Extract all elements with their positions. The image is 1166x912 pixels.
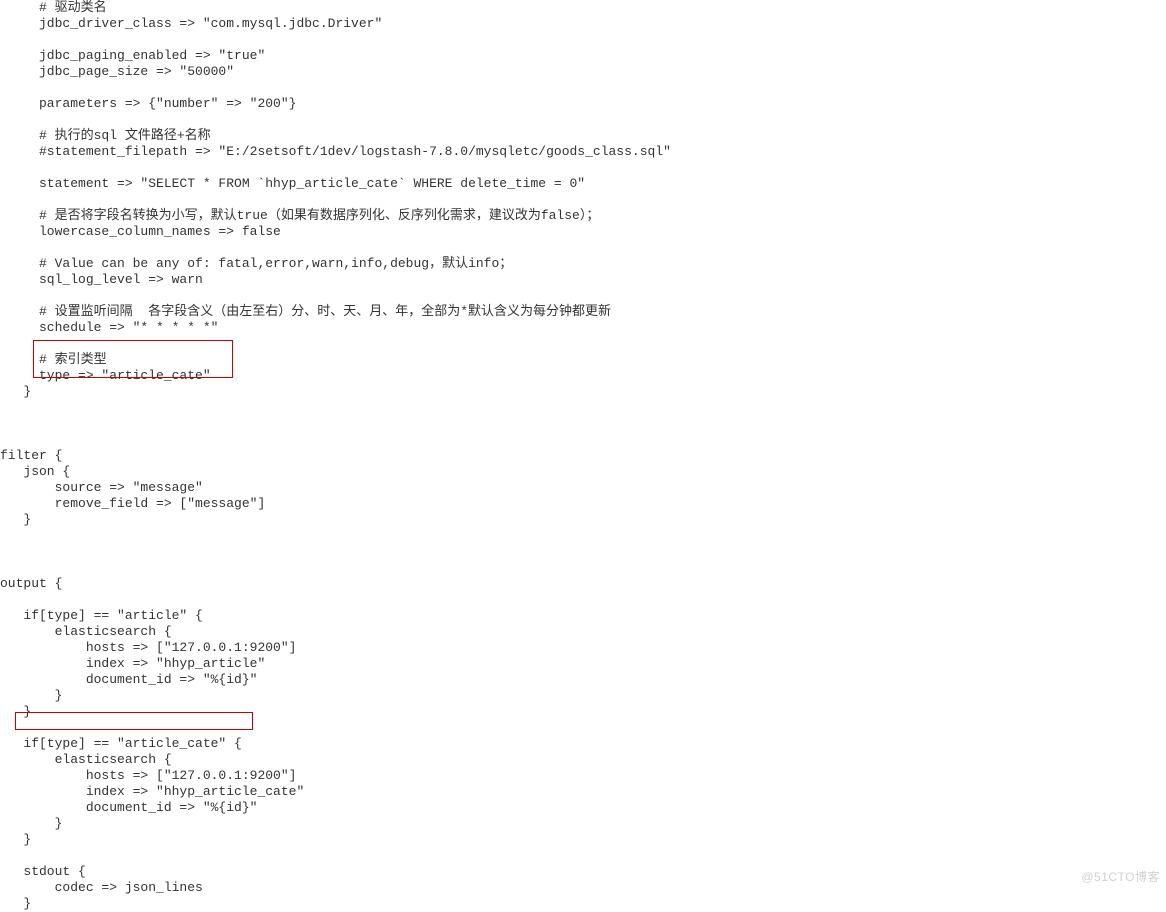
line-29: filter { bbox=[0, 448, 1166, 464]
line-43: document_id => "%{id}" bbox=[0, 672, 1166, 688]
line-11 bbox=[0, 160, 1166, 176]
line-13 bbox=[0, 192, 1166, 208]
line-16 bbox=[0, 240, 1166, 256]
line-12: statement => "SELECT * FROM `hhyp_articl… bbox=[0, 176, 1166, 192]
line-34 bbox=[0, 528, 1166, 544]
line-30: json { bbox=[0, 464, 1166, 480]
line-54 bbox=[0, 848, 1166, 864]
line-46 bbox=[0, 720, 1166, 736]
line-06 bbox=[0, 80, 1166, 96]
line-52: } bbox=[0, 816, 1166, 832]
line-53: } bbox=[0, 832, 1166, 848]
line-08 bbox=[0, 112, 1166, 128]
line-40: elasticsearch { bbox=[0, 624, 1166, 640]
line-05: jdbc_page_size => "50000" bbox=[0, 64, 1166, 80]
line-51: document_id => "%{id}" bbox=[0, 800, 1166, 816]
line-35 bbox=[0, 544, 1166, 560]
line-42: index => "hhyp_article" bbox=[0, 656, 1166, 672]
line-24: type => "article_cate" bbox=[0, 368, 1166, 384]
line-25: } bbox=[0, 384, 1166, 400]
line-22 bbox=[0, 336, 1166, 352]
line-01: # 驱动类名 bbox=[0, 0, 1166, 16]
line-02: jdbc_driver_class => "com.mysql.jdbc.Dri… bbox=[0, 16, 1166, 32]
line-48: elasticsearch { bbox=[0, 752, 1166, 768]
line-32: remove_field => ["message"] bbox=[0, 496, 1166, 512]
line-33: } bbox=[0, 512, 1166, 528]
line-39: if[type] == "article" { bbox=[0, 608, 1166, 624]
line-21: schedule => "* * * * *" bbox=[0, 320, 1166, 336]
line-41: hosts => ["127.0.0.1:9200"] bbox=[0, 640, 1166, 656]
line-04: jdbc_paging_enabled => "true" bbox=[0, 48, 1166, 64]
line-10: #statement_filepath => "E:/2setsoft/1dev… bbox=[0, 144, 1166, 160]
line-03 bbox=[0, 32, 1166, 48]
line-55: stdout { bbox=[0, 864, 1166, 880]
line-38 bbox=[0, 592, 1166, 608]
line-27 bbox=[0, 416, 1166, 432]
line-31: source => "message" bbox=[0, 480, 1166, 496]
code-block: # 驱动类名 jdbc_driver_class => "com.mysql.j… bbox=[0, 0, 1166, 912]
line-26 bbox=[0, 400, 1166, 416]
line-36 bbox=[0, 560, 1166, 576]
line-44: } bbox=[0, 688, 1166, 704]
line-18: sql_log_level => warn bbox=[0, 272, 1166, 288]
line-37: output { bbox=[0, 576, 1166, 592]
line-49: hosts => ["127.0.0.1:9200"] bbox=[0, 768, 1166, 784]
line-47: if[type] == "article_cate" { bbox=[0, 736, 1166, 752]
line-20: # 设置监听间隔 各字段含义（由左至右）分、时、天、月、年，全部为*默认含义为每… bbox=[0, 304, 1166, 320]
watermark: @51CTO博客 bbox=[1081, 869, 1160, 885]
line-45: } bbox=[0, 704, 1166, 720]
line-19 bbox=[0, 288, 1166, 304]
line-50: index => "hhyp_article_cate" bbox=[0, 784, 1166, 800]
line-23: # 索引类型 bbox=[0, 352, 1166, 368]
line-07: parameters => {"number" => "200"} bbox=[0, 96, 1166, 112]
line-56: codec => json_lines bbox=[0, 880, 1166, 896]
line-57: } bbox=[0, 896, 1166, 912]
line-15: lowercase_column_names => false bbox=[0, 224, 1166, 240]
line-28 bbox=[0, 432, 1166, 448]
line-14: # 是否将字段名转换为小写，默认true（如果有数据序列化、反序列化需求，建议改… bbox=[0, 208, 1166, 224]
line-09: # 执行的sql 文件路径+名称 bbox=[0, 128, 1166, 144]
line-17: # Value can be any of: fatal,error,warn,… bbox=[0, 256, 1166, 272]
